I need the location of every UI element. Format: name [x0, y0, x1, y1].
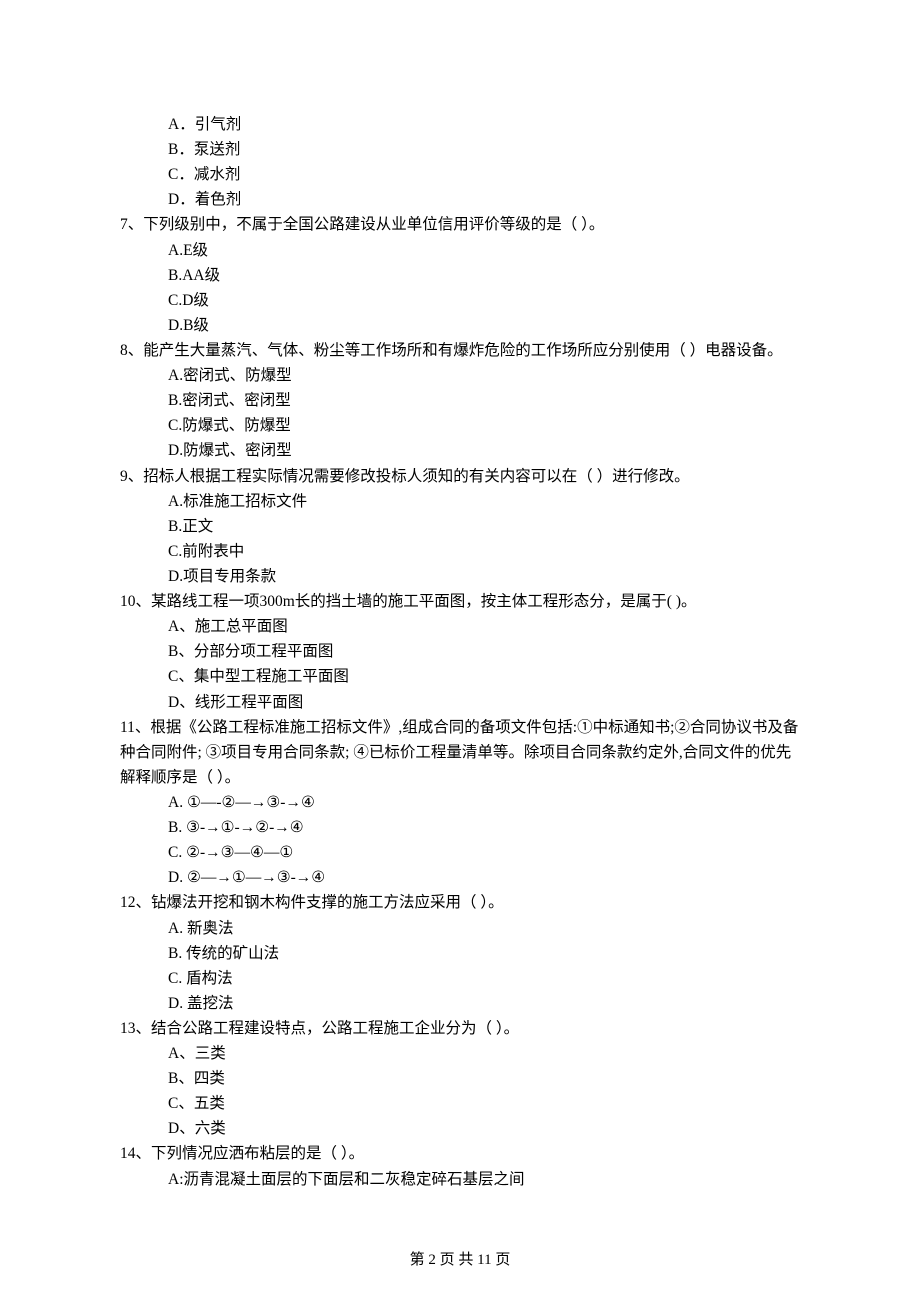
option-text: A. 新奥法 — [120, 916, 800, 941]
option-text: B.AA级 — [120, 263, 800, 288]
question-stem: 13、结合公路工程建设特点，公路工程施工企业分为（ ）。 — [120, 1016, 800, 1041]
option-text: D.项目专用条款 — [120, 564, 800, 589]
option-text: D. 盖挖法 — [120, 991, 800, 1016]
option-text: D、六类 — [120, 1116, 800, 1141]
option-text: B、四类 — [120, 1066, 800, 1091]
question-14: 14、下列情况应洒布粘层的是（ ）。 A:沥青混凝土面层的下面层和二灰稳定碎石基… — [120, 1141, 800, 1191]
option-text: A、三类 — [120, 1041, 800, 1066]
option-text: A.标准施工招标文件 — [120, 489, 800, 514]
question-stem: 9、招标人根据工程实际情况需要修改投标人须知的有关内容可以在（ ）进行修改。 — [120, 464, 800, 489]
option-text: D．着色剂 — [120, 187, 800, 212]
option-text: C.防爆式、防爆型 — [120, 413, 800, 438]
option-text: A、施工总平面图 — [120, 614, 800, 639]
option-text: B、分部分项工程平面图 — [120, 639, 800, 664]
option-text: C、集中型工程施工平面图 — [120, 664, 800, 689]
question-stem: 11、根据《公路工程标准施工招标文件》,组成合同的备项文件包括:①中标通知书;②… — [120, 715, 800, 790]
option-text: C.前附表中 — [120, 539, 800, 564]
option-text: C. 盾构法 — [120, 966, 800, 991]
option-text: A. ①—-②—→③-→④ — [120, 790, 800, 815]
option-text: B.正文 — [120, 514, 800, 539]
question-7: 7、下列级别中，不属于全国公路建设从业单位信用评价等级的是（ ）。 A.E级 B… — [120, 212, 800, 338]
document-page: A．引气剂 B．泵送剂 C．减水剂 D．着色剂 7、下列级别中，不属于全国公路建… — [0, 0, 920, 1302]
option-text: C、五类 — [120, 1091, 800, 1116]
option-text: D. ②—→①—→③-→④ — [120, 865, 800, 890]
option-text: D、线形工程平面图 — [120, 690, 800, 715]
question-stem: 14、下列情况应洒布粘层的是（ ）。 — [120, 1141, 800, 1166]
option-text: A.密闭式、防爆型 — [120, 363, 800, 388]
option-text: B．泵送剂 — [120, 137, 800, 162]
question-11: 11、根据《公路工程标准施工招标文件》,组成合同的备项文件包括:①中标通知书;②… — [120, 715, 800, 891]
question-10: 10、某路线工程一项300m长的挡土墙的施工平面图，按主体工程形态分，是属于( … — [120, 589, 800, 715]
option-text: A:沥青混凝土面层的下面层和二灰稳定碎石基层之间 — [120, 1167, 800, 1192]
option-text: C.D级 — [120, 288, 800, 313]
question-9: 9、招标人根据工程实际情况需要修改投标人须知的有关内容可以在（ ）进行修改。 A… — [120, 464, 800, 590]
question-8: 8、能产生大量蒸汽、气体、粉尘等工作场所和有爆炸危险的工作场所应分别使用（ ）电… — [120, 338, 800, 464]
option-text: C. ②-→③—④—① — [120, 840, 800, 865]
option-text: D.防爆式、密闭型 — [120, 438, 800, 463]
question-stem: 8、能产生大量蒸汽、气体、粉尘等工作场所和有爆炸危险的工作场所应分别使用（ ）电… — [120, 338, 800, 363]
option-text: B. ③-→①-→②-→④ — [120, 815, 800, 840]
option-text: A.E级 — [120, 238, 800, 263]
question-12: 12、钻爆法开挖和钢木构件支撑的施工方法应采用（ ）。 A. 新奥法 B. 传统… — [120, 890, 800, 1016]
option-text: D.B级 — [120, 313, 800, 338]
question-stem: 10、某路线工程一项300m长的挡土墙的施工平面图，按主体工程形态分，是属于( … — [120, 589, 800, 614]
option-text: B.密闭式、密闭型 — [120, 388, 800, 413]
page-footer: 第 2 页 共 11 页 — [0, 1248, 920, 1272]
question-stem: 7、下列级别中，不属于全国公路建设从业单位信用评价等级的是（ ）。 — [120, 212, 800, 237]
pre-options-block: A．引气剂 B．泵送剂 C．减水剂 D．着色剂 — [120, 112, 800, 212]
option-text: B. 传统的矿山法 — [120, 941, 800, 966]
question-13: 13、结合公路工程建设特点，公路工程施工企业分为（ ）。 A、三类 B、四类 C… — [120, 1016, 800, 1142]
option-text: A．引气剂 — [120, 112, 800, 137]
question-stem: 12、钻爆法开挖和钢木构件支撑的施工方法应采用（ ）。 — [120, 890, 800, 915]
option-text: C．减水剂 — [120, 162, 800, 187]
